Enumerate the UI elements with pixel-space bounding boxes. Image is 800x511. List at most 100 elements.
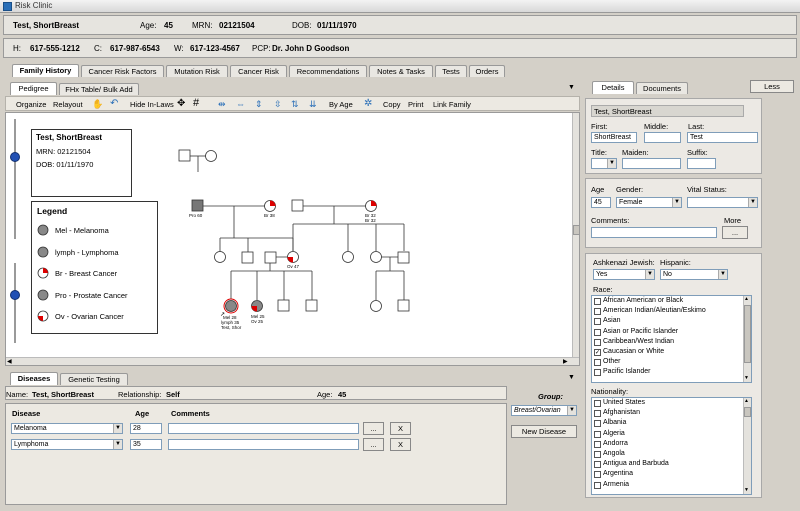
pedigree-horizontal-scrollbar[interactable]: ◀ ▶	[6, 357, 579, 365]
disease-more-button[interactable]: ...	[363, 438, 384, 451]
pedigree-female[interactable]	[205, 150, 217, 162]
pedigree-canvas[interactable]: Test, ShortBreast MRN: 02121504 DOB: 01/…	[5, 112, 580, 366]
pedigree-male[interactable]	[241, 251, 254, 264]
checkbox[interactable]	[594, 308, 601, 316]
race-item[interactable]: Pacific Islander	[592, 367, 751, 377]
checkbox[interactable]	[594, 461, 601, 469]
pedigree-vertical-scrollbar[interactable]	[572, 113, 579, 357]
race-item[interactable]: Other	[592, 357, 751, 367]
vital-status-select[interactable]: ▼	[687, 197, 758, 208]
tab-orders[interactable]: Orders	[469, 65, 505, 77]
race-list[interactable]: African American or Black American India…	[591, 295, 752, 383]
pedigree-male[interactable]	[305, 299, 318, 312]
scrollbar-thumb[interactable]	[744, 407, 751, 417]
age-input[interactable]: 45	[591, 197, 611, 208]
pedigree-male[interactable]	[277, 299, 290, 312]
disease-comments-input[interactable]	[168, 423, 359, 434]
checkbox[interactable]	[594, 430, 601, 438]
disease-more-button[interactable]: ...	[363, 422, 384, 435]
disease-select[interactable]: Lymphoma ▼	[11, 439, 123, 450]
race-item[interactable]: ✓ Caucasian or White	[592, 347, 751, 357]
hand-icon[interactable]: ✋	[92, 99, 103, 110]
comments-input[interactable]	[591, 227, 717, 238]
organize-button[interactable]: Organize	[16, 100, 46, 109]
checkbox[interactable]	[594, 338, 601, 346]
distribute-icon[interactable]: ⇅	[291, 99, 299, 110]
tabs-dropdown-icon[interactable]: ▼	[568, 84, 575, 91]
scroll-down-icon[interactable]: ▼	[744, 487, 749, 493]
race-item[interactable]: Asian	[592, 316, 751, 326]
scrollbar-thumb[interactable]	[573, 225, 579, 235]
spread-vertical-icon[interactable]: ⇕	[255, 99, 263, 110]
scrollbar-thumb[interactable]	[744, 305, 751, 363]
print-button[interactable]: Print	[408, 100, 423, 109]
nationality-item[interactable]: Angola	[592, 449, 751, 459]
scroll-up-icon[interactable]: ▲	[744, 296, 749, 302]
tab-documents[interactable]: Documents	[636, 82, 688, 94]
suffix-input[interactable]	[687, 158, 716, 169]
tab-genetic-testing[interactable]: Genetic Testing	[60, 373, 128, 385]
nationality-item[interactable]: Albania	[592, 418, 751, 428]
compress-horizontal-icon[interactable]: ⇔	[236, 99, 245, 109]
disease-remove-button[interactable]: X	[390, 422, 411, 435]
pedigree-female[interactable]	[370, 300, 382, 312]
group-select[interactable]: Breast/Ovarian ▼	[511, 405, 577, 416]
pedigree-female[interactable]	[342, 251, 354, 263]
pedigree-male[interactable]	[264, 251, 277, 264]
disease-age-input[interactable]: 35	[130, 439, 162, 450]
checkbox[interactable]	[594, 400, 601, 407]
tab-family-history[interactable]: Family History	[12, 64, 79, 77]
nationality-item[interactable]: Argentina	[592, 469, 751, 479]
tab-pedigree[interactable]: Pedigree	[10, 82, 57, 95]
nationality-item[interactable]: Antigua and Barbuda	[592, 459, 751, 469]
middle-name-input[interactable]	[644, 132, 681, 143]
less-button[interactable]: Less	[750, 80, 794, 93]
tab-cancer-risk[interactable]: Cancer Risk	[230, 65, 287, 77]
checkbox[interactable]	[594, 369, 601, 377]
ashkenazi-select[interactable]: Yes ▼	[593, 269, 655, 280]
race-item[interactable]: American Indian/Aleutian/Eskimo	[592, 306, 751, 316]
scroll-right-icon[interactable]: ▶	[563, 358, 568, 365]
race-item[interactable]: Caribbean/West Indian	[592, 337, 751, 347]
first-name-input[interactable]: ShortBreast	[591, 132, 637, 143]
tab-fhx-table[interactable]: FHx Table/ Bulk Add	[59, 83, 139, 95]
pedigree-male[interactable]	[291, 199, 304, 212]
checkbox[interactable]	[594, 410, 601, 418]
checkbox[interactable]	[594, 420, 601, 428]
checkbox[interactable]	[594, 481, 601, 489]
nationality-list[interactable]: United States Afghanistan Albania Algeri…	[591, 397, 752, 495]
disease-age-input[interactable]: 28	[130, 423, 162, 434]
grid-icon[interactable]: #	[193, 97, 199, 109]
tab-cancer-risk-factors[interactable]: Cancer Risk Factors	[81, 65, 164, 77]
maiden-name-input[interactable]	[622, 158, 681, 169]
comments-more-button[interactable]: ...	[722, 226, 748, 239]
sort-icon[interactable]: ⇊	[309, 99, 317, 110]
spread-horizontal-icon[interactable]: ⇹	[218, 99, 226, 110]
copy-button[interactable]: Copy	[383, 100, 401, 109]
title-select[interactable]: ▼	[591, 158, 617, 169]
nationality-item[interactable]: Algeria	[592, 429, 751, 439]
pedigree-female[interactable]	[370, 251, 382, 263]
tab-diseases[interactable]: Diseases	[10, 372, 58, 385]
race-item[interactable]: African American or Black	[592, 296, 751, 306]
pedigree-male[interactable]	[397, 251, 410, 264]
pedigree-female[interactable]	[214, 251, 226, 263]
checkbox[interactable]	[594, 328, 601, 336]
relayout-button[interactable]: Relayout	[53, 100, 83, 109]
gender-select[interactable]: Female ▼	[616, 197, 682, 208]
link-family-button[interactable]: Link Family	[433, 100, 471, 109]
new-disease-button[interactable]: New Disease	[511, 425, 577, 438]
tab-mutation-risk[interactable]: Mutation Risk	[166, 65, 228, 77]
pedigree-male[interactable]	[397, 299, 410, 312]
nationality-list-scrollbar[interactable]: ▲ ▼	[743, 398, 751, 494]
disease-remove-button[interactable]: X	[390, 438, 411, 451]
scroll-down-icon[interactable]: ▼	[744, 375, 749, 381]
pedigree-male-affected[interactable]	[191, 199, 204, 212]
disease-select[interactable]: Melanoma ▼	[11, 423, 123, 434]
gear-icon[interactable]: ✲	[364, 98, 372, 109]
nationality-item[interactable]: Andorra	[592, 439, 751, 449]
checkbox[interactable]	[594, 440, 601, 448]
hispanic-select[interactable]: No ▼	[660, 269, 728, 280]
crosshair-icon[interactable]: ✥	[177, 98, 185, 109]
nationality-item[interactable]: Armenia	[592, 480, 751, 490]
